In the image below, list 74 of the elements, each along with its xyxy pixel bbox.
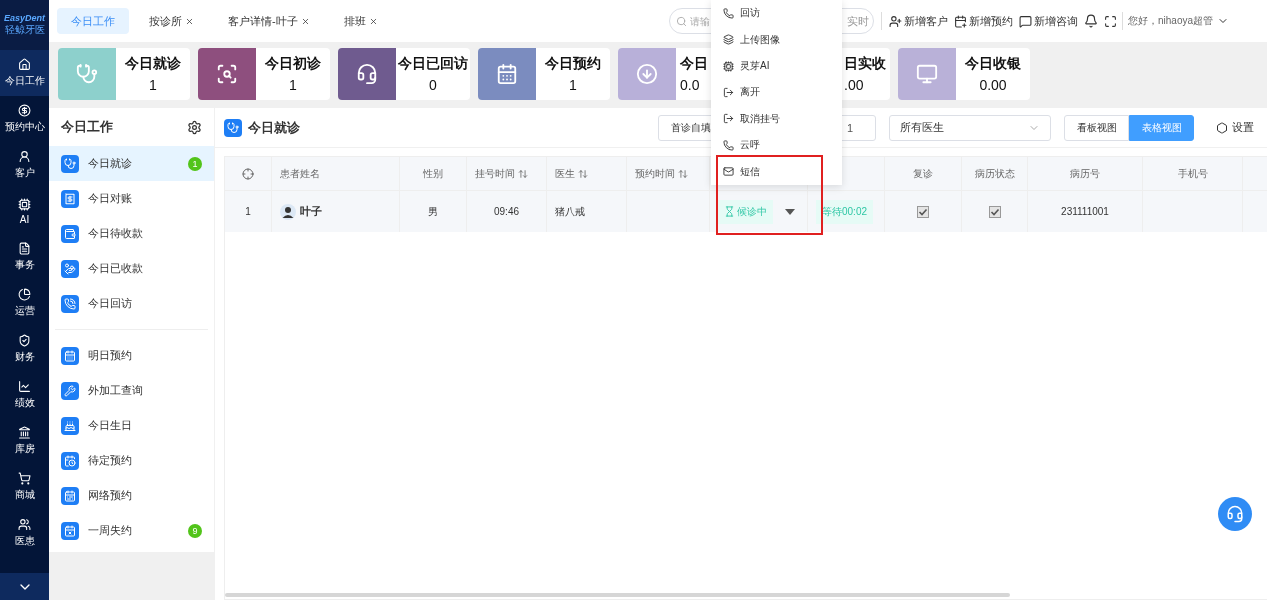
nav-item[interactable]: 绩效: [0, 372, 49, 418]
stat-value: 0.00: [979, 77, 1007, 93]
column-header: 手机号: [1177, 166, 1208, 181]
stat-title: 今日初诊: [265, 55, 321, 73]
nav-item[interactable]: 预约中心: [0, 96, 49, 142]
column-header: 复诊: [913, 166, 933, 181]
column-header: 医生: [555, 166, 575, 181]
column-header: 病历状态: [974, 166, 1015, 181]
sidebar-item[interactable]: 今日生日: [49, 408, 214, 443]
logo-title: EasyDent: [4, 13, 45, 23]
stat-value: .00: [844, 77, 864, 93]
sidebar-item[interactable]: 今日待收款: [49, 216, 214, 251]
column-header: 病历号: [1070, 166, 1100, 181]
nav-item[interactable]: 医患: [0, 510, 49, 556]
view-toggle[interactable]: 看板视图: [1064, 114, 1129, 141]
column-header: 挂号时间: [475, 166, 515, 181]
stat-value: 1: [149, 77, 157, 93]
nav-item[interactable]: 运营: [0, 280, 49, 326]
stat-title: 今日: [680, 55, 708, 73]
table-cell: 男: [428, 204, 438, 219]
sidebar-title: 今日工作: [61, 118, 113, 136]
doctor-select[interactable]: 所有医生: [889, 114, 1051, 141]
sidebar-item[interactable]: 一周失约 9: [49, 513, 214, 548]
stat-title: 日实收: [844, 55, 886, 73]
action-button[interactable]: 新增预约: [954, 13, 1013, 29]
menu-item[interactable]: 短信: [723, 158, 830, 185]
stat-title: 今日已回访: [398, 55, 468, 73]
sidebar-item[interactable]: 外加工查询: [49, 373, 214, 408]
table-cell: 1: [245, 206, 251, 217]
count-badge: 1: [188, 156, 202, 171]
action-button[interactable]: 新增客户: [889, 13, 948, 29]
table-cell: 猪八戒: [555, 204, 585, 219]
sidebar-item[interactable]: 明日预约: [49, 338, 214, 373]
action-button[interactable]: 新增咨询: [1019, 13, 1078, 29]
column-header: 性别: [423, 166, 443, 181]
search-input[interactable]: 请输: [690, 15, 712, 27]
stat-title: 今日预约: [545, 55, 601, 73]
sidebar-item[interactable]: 今日已收款: [49, 251, 214, 286]
nav-item[interactable]: 客户: [0, 142, 49, 188]
sidebar-item[interactable]: 待定预约: [49, 443, 214, 478]
user-greeting[interactable]: 您好，nihaoya超管: [1128, 14, 1214, 28]
table-cell: 231111001: [1061, 206, 1109, 217]
sidebar-item[interactable]: 今日对账: [49, 181, 214, 216]
menu-item[interactable]: 灵芽AI: [723, 52, 830, 80]
count-badge: 9: [188, 523, 202, 538]
stat-value: 1: [569, 77, 577, 93]
menu-item[interactable]: 回访: [723, 0, 830, 27]
stat-value: 0: [429, 77, 437, 93]
settings-button[interactable]: 设置: [1210, 119, 1260, 136]
tab[interactable]: 排班: [329, 8, 392, 34]
wait-tag: 等待00:02: [816, 199, 874, 224]
patient-name[interactable]: 叶子: [300, 204, 322, 219]
sidebar-item[interactable]: 网络预约: [49, 478, 214, 513]
menu-item[interactable]: 上传图像: [723, 26, 830, 53]
nav-item[interactable]: 财务: [0, 326, 49, 372]
stat-title: 今日收银: [965, 55, 1021, 73]
tab[interactable]: 按诊所: [135, 8, 208, 34]
column-header: 患者姓名: [280, 166, 320, 181]
stat-title: 今日就诊: [125, 55, 181, 73]
logo-subtitle: 轻鲸牙医: [4, 23, 45, 37]
nav-item[interactable]: AI: [0, 188, 49, 234]
nav-item[interactable]: 库房: [0, 418, 49, 464]
table-cell: 09:46: [494, 206, 519, 217]
tab[interactable]: 客户详情-叶子: [214, 8, 324, 34]
nav-item[interactable]: 商城: [0, 464, 49, 510]
column-header: 预约时间: [635, 166, 675, 181]
stat-value: 1: [289, 77, 297, 93]
sidebar-item[interactable]: 今日回访: [49, 286, 214, 321]
nav-item[interactable]: 今日工作: [0, 50, 49, 96]
panel-title: 今日就诊: [248, 118, 300, 137]
menu-item[interactable]: 离开: [723, 79, 830, 106]
stat-value: 0.0: [680, 77, 700, 93]
nav-item[interactable]: 事务: [0, 234, 49, 280]
sidebar-item[interactable]: 今日就诊 1: [49, 146, 214, 181]
